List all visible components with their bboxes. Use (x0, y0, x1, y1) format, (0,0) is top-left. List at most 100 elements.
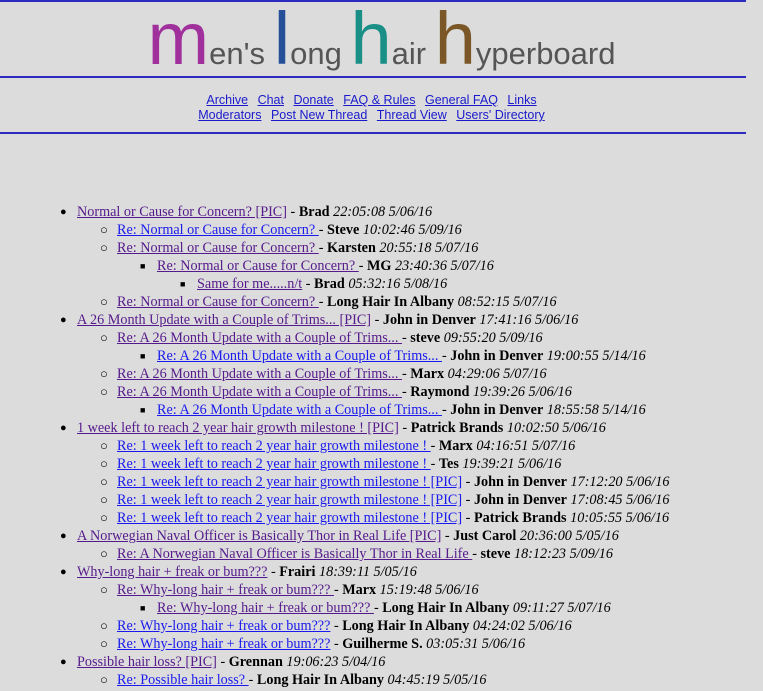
separator: - (462, 474, 474, 490)
post-date: 17:08:45 5/06/16 (570, 492, 670, 508)
post-author: Patrick Brands (473, 510, 567, 526)
post-subject-link[interactable]: Re: Why-long hair + freak or bum??? (117, 636, 330, 652)
reply-post: ○ Re: A 26 Month Update with a Couple of … (0, 383, 763, 401)
thread-post: ● Why-long hair + freak or bum??? - Frair… (0, 563, 763, 581)
post-subject-link[interactable]: Re: Why-long hair + freak or bum??? (157, 600, 374, 616)
post-subject-link[interactable]: Re: Normal or Cause for Concern? (117, 294, 319, 310)
post-subject-link[interactable]: Re: 1 week left to reach 2 year hair gro… (117, 492, 462, 508)
bullet-icon: ○ (100, 384, 108, 399)
post-author: Long Hair In Albany (382, 600, 510, 616)
title-rest: en's (209, 36, 266, 71)
post-subject-link[interactable]: Re: Normal or Cause for Concern? (117, 240, 319, 256)
post-subject-link[interactable]: Re: Why-long hair + freak or bum??? (117, 582, 334, 598)
nav-link-moderators[interactable]: Moderators (198, 108, 261, 122)
title-initial: m (147, 0, 210, 80)
post-date: 04:24:02 5/06/16 (472, 618, 572, 634)
post-author: John in Denver (450, 402, 544, 418)
post-subject-link[interactable]: Same for me.....n/t (197, 276, 302, 292)
post-subject-link[interactable]: Re: Normal or Cause for Concern? (157, 258, 359, 274)
reply-post: ○ Re: Normal or Cause for Concern? - Long… (0, 293, 763, 311)
post-subject-link[interactable]: Re: A Norwegian Naval Officer is Basical… (117, 546, 472, 562)
post-subject-link[interactable]: Re: A 26 Month Update with a Couple of T… (117, 330, 402, 346)
nav-link-archive[interactable]: Archive (206, 93, 248, 107)
bullet-icon: ● (60, 566, 67, 578)
reply-post: ■ Same for me.....n/t - Brad 05:32:16 5/0… (0, 275, 763, 293)
bullet-icon: ○ (100, 240, 108, 255)
post-date: 04:29:06 5/07/16 (447, 366, 547, 382)
post-subject-link[interactable]: A 26 Month Update with a Couple of Trims… (77, 312, 371, 328)
post-subject-link[interactable]: Re: Possible hair loss? (117, 672, 249, 688)
post-date: 18:39:11 5/05/16 (319, 564, 417, 580)
nav-link-thread-view[interactable]: Thread View (377, 108, 447, 122)
reply-post: ○ Re: Normal or Cause for Concern? - Kars… (0, 239, 763, 257)
post-subject-link[interactable]: Re: 1 week left to reach 2 year hair gro… (117, 438, 431, 454)
post-subject-link[interactable]: Re: 1 week left to reach 2 year hair gro… (117, 456, 431, 472)
post-subject-link[interactable]: Re: A 26 Month Update with a Couple of T… (117, 384, 402, 400)
separator: - (401, 366, 411, 382)
post-subject-link[interactable]: Re: A 26 Month Update with a Couple of T… (157, 402, 442, 418)
reply-post: ○ Re: A 26 Month Update with a Couple of … (0, 365, 763, 383)
nav-rule (0, 132, 746, 134)
bullet-icon: ○ (100, 294, 108, 309)
reply-post: ○ Re: Why-long hair + freak or bum??? - L… (0, 617, 763, 635)
nav-link-general-faq[interactable]: General FAQ (425, 93, 498, 107)
post-date: 10:05:55 5/06/16 (570, 510, 670, 526)
thread-post: ● A 26 Month Update with a Couple of Trim… (0, 311, 763, 329)
post-subject-link[interactable]: Re: 1 week left to reach 2 year hair gro… (117, 510, 462, 526)
separator: - (462, 492, 474, 508)
post-author: Karsten (327, 240, 376, 256)
separator: - (441, 528, 454, 544)
separator: - (302, 276, 315, 292)
post-subject-link[interactable]: Re: A 26 Month Update with a Couple of T… (157, 348, 442, 364)
reply-post: ○ Re: 1 week left to reach 2 year hair gr… (0, 491, 763, 509)
post-subject-link[interactable]: A Norwegian Naval Officer is Basically T… (77, 528, 441, 544)
reply-post: ○ Re: A Norwegian Naval Officer is Basica… (0, 545, 763, 563)
nav-link-faq-rules[interactable]: FAQ & Rules (343, 93, 415, 107)
separator: - (318, 240, 327, 256)
post-subject-link[interactable]: 1 week left to reach 2 year hair growth … (77, 420, 399, 436)
separator: - (248, 672, 257, 688)
post-date: 10:02:46 5/09/16 (362, 222, 462, 238)
separator: - (216, 654, 229, 670)
title-word-3: hyperboard (435, 2, 616, 76)
post-author: John in Denver (473, 492, 567, 508)
nav-link-donate[interactable]: Donate (293, 93, 333, 107)
nav-row-2: Moderators Post New Thread Thread View U… (0, 108, 743, 122)
reply-post: ○ Re: 1 week left to reach 2 year hair gr… (0, 473, 763, 491)
post-author: Marx (410, 366, 445, 382)
post-author: Brad (314, 276, 345, 292)
post-author: steve (480, 546, 511, 562)
reply-post: ■ Re: A 26 Month Update with a Couple of … (0, 347, 763, 365)
separator: - (430, 456, 439, 472)
post-subject-link[interactable]: Re: 1 week left to reach 2 year hair gro… (117, 474, 462, 490)
nav-link-post-new-thread[interactable]: Post New Thread (271, 108, 367, 122)
title-rest: yperboard (475, 36, 616, 71)
post-subject-link[interactable]: Why-long hair + freak or bum??? (77, 564, 267, 580)
nav-row-1: Archive Chat Donate FAQ & Rules General … (0, 93, 743, 107)
separator: - (472, 546, 481, 562)
post-date: 15:19:48 5/06/16 (379, 582, 479, 598)
thread-post: ● 1 week left to reach 2 year hair growth… (0, 419, 763, 437)
bullet-icon: ● (60, 314, 67, 326)
separator: - (430, 438, 439, 454)
post-subject-link[interactable]: Normal or Cause for Concern? [PIC] (77, 204, 287, 220)
nav-link-links[interactable]: Links (507, 93, 536, 107)
post-subject-link[interactable]: Re: A 26 Month Update with a Couple of T… (117, 366, 402, 382)
nav-link-chat[interactable]: Chat (258, 93, 284, 107)
separator: - (318, 222, 327, 238)
reply-post: ■ Re: Normal or Cause for Concern? - MG 2… (0, 257, 763, 275)
post-author: Steve (327, 222, 360, 238)
separator: - (287, 204, 299, 220)
post-subject-link[interactable]: Re: Normal or Cause for Concern? (117, 222, 319, 238)
title-rule (0, 76, 746, 78)
post-author: Raymond (410, 384, 470, 400)
reply-post: ○ Re: A 26 Month Update with a Couple of … (0, 329, 763, 347)
bullet-icon: ■ (140, 261, 146, 271)
bullet-icon: ○ (100, 546, 108, 561)
reply-post: ○ Re: 1 week left to reach 2 year hair gr… (0, 509, 763, 527)
bullet-icon: ○ (100, 492, 108, 507)
nav-link-users-directory[interactable]: Users' Directory (456, 108, 545, 122)
bullet-icon: ○ (100, 222, 108, 237)
post-subject-link[interactable]: Re: Why-long hair + freak or bum??? (117, 618, 330, 634)
post-subject-link[interactable]: Possible hair loss? [PIC] (77, 654, 217, 670)
